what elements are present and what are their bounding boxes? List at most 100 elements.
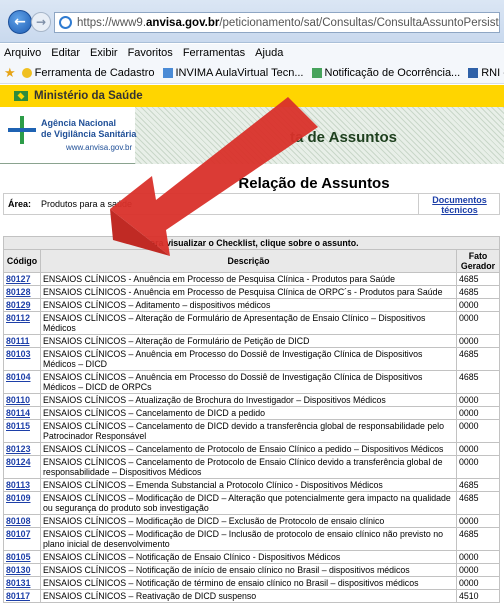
subject-description: ENSAIOS CLÍNICOS – Anuência em Processo …: [40, 370, 457, 394]
table-row: 80131 ENSAIOS CLÍNICOS – Notificação de t…: [3, 576, 500, 590]
fato-gerador-value: 0000: [456, 406, 500, 420]
menu-favoritos[interactable]: Favoritos: [128, 47, 173, 59]
page-icon: [311, 67, 322, 78]
menu-arquivo[interactable]: Arquivo: [4, 47, 41, 59]
url-path: /peticionamento/sat/Consultas/ConsultaAs…: [219, 16, 500, 29]
fato-gerador-value: 4510: [456, 589, 500, 603]
favorites-star-icon[interactable]: ★: [4, 65, 16, 81]
favorite-label: Notificação de Ocorrência...: [324, 66, 461, 79]
logo-url: www.anvisa.gov.br: [66, 143, 133, 152]
menu-editar[interactable]: Editar: [51, 47, 80, 59]
menu-exibir[interactable]: Exibir: [90, 47, 118, 59]
subject-description: ENSAIOS CLÍNICOS – Anuência em Processo …: [40, 347, 457, 371]
subject-description: ENSAIOS CLÍNICOS – Emenda Substancial a …: [40, 478, 457, 492]
back-button[interactable]: ←: [8, 10, 32, 34]
ministry-bar: Ministério da Saúde: [0, 85, 504, 107]
table-row: 80109 ENSAIOS CLÍNICOS – Modificação de D…: [3, 491, 500, 515]
subject-code-link[interactable]: 80123: [3, 442, 41, 456]
url-field[interactable]: https://www9. anvisa.gov.br/peticionament…: [54, 12, 500, 33]
subject-code-link[interactable]: 80103: [3, 347, 41, 371]
subject-description: ENSAIOS CLÍNICOS – Notificação de Ensaio…: [40, 550, 457, 564]
table-row: 80124 ENSAIOS CLÍNICOS – Cancelamento de …: [3, 455, 500, 479]
subject-code-link[interactable]: 80112: [3, 311, 41, 335]
fato-gerador-value: 0000: [456, 442, 500, 456]
subject-code-link[interactable]: 80131: [3, 576, 41, 590]
subject-description: ENSAIOS CLÍNICOS – Notificação de términ…: [40, 576, 457, 590]
subject-description: ENSAIOS CLÍNICOS – Alteração de Formulár…: [40, 334, 457, 348]
subject-code-link[interactable]: 80107: [3, 527, 41, 551]
subject-code-link[interactable]: 80111: [3, 334, 41, 348]
subjects-table: Para visualizar o Checklist, clique sobr…: [3, 236, 500, 603]
anvisa-logo[interactable]: Agência Nacional de Vigilância Sanitária…: [8, 116, 138, 160]
fato-gerador-value: 0000: [456, 514, 500, 528]
table-row: 80107 ENSAIOS CLÍNICOS – Modificação de D…: [3, 527, 500, 551]
subject-code-link[interactable]: 80115: [3, 419, 41, 443]
fato-gerador-value: 4685: [456, 491, 500, 515]
table-row: 80108 ENSAIOS CLÍNICOS – Modificação de D…: [3, 514, 500, 528]
table-row: 80112 ENSAIOS CLÍNICOS – Alteração de For…: [3, 311, 500, 335]
fato-gerador-value: 4685: [456, 370, 500, 394]
table-row: 80104 ENSAIOS CLÍNICOS – Anuência em Proc…: [3, 370, 500, 394]
table-row: 80105 ENSAIOS CLÍNICOS – Notificação de E…: [3, 550, 500, 564]
subject-description: ENSAIOS CLÍNICOS – Cancelamento de Proto…: [40, 455, 457, 479]
fato-gerador-value: 0000: [456, 311, 500, 335]
subject-description: ENSAIOS CLÍNICOS – Atualização de Brochu…: [40, 393, 457, 407]
table-row: 80110 ENSAIOS CLÍNICOS – Atualização de B…: [3, 393, 500, 407]
arrow-right-icon: →: [35, 15, 47, 29]
anvisa-cross-icon: [8, 116, 36, 144]
subject-code-link[interactable]: 80105: [3, 550, 41, 564]
table-row: 80113 ENSAIOS CLÍNICOS – Emenda Substanci…: [3, 478, 500, 492]
subject-description: ENSAIOS CLÍNICOS – Aditamento – disposit…: [40, 298, 457, 312]
favorite-item[interactable]: Ferramenta de Cadastro: [21, 66, 155, 79]
menu-ferramentas[interactable]: Ferramentas: [183, 47, 245, 59]
col-fato-gerador: Fato Gerador: [456, 249, 500, 273]
fato-gerador-value: 4685: [456, 527, 500, 551]
subject-code-link[interactable]: 80128: [3, 285, 41, 299]
favorite-label: Ferramenta de Cadastro: [34, 66, 155, 79]
area-row: Área: Produtos para a saúde Documentos té…: [3, 193, 500, 215]
subject-code-link[interactable]: 80130: [3, 563, 41, 577]
subject-code-link[interactable]: 80114: [3, 406, 41, 420]
favorite-item[interactable]: RNI - Lo: [468, 67, 504, 79]
subject-code-link[interactable]: 80117: [3, 589, 41, 603]
menu-bar: Arquivo Editar Exibir Favoritos Ferramen…: [0, 44, 504, 62]
favorite-item[interactable]: INVIMA AulaVirtual Tecn...: [162, 67, 304, 79]
subject-code-link[interactable]: 80109: [3, 491, 41, 515]
subject-description: ENSAIOS CLÍNICOS – Modificação de DICD –…: [40, 491, 457, 515]
url-domain: anvisa.gov.br: [146, 16, 220, 29]
subject-description: ENSAIOS CLÍNICOS – Cancelamento de DICD …: [40, 419, 457, 443]
documentos-tecnicos-link[interactable]: Documentos técnicos: [418, 194, 500, 215]
fato-gerador-value: 0000: [456, 563, 500, 577]
page-icon: [468, 67, 479, 78]
forward-button[interactable]: →: [31, 12, 51, 32]
favorite-item[interactable]: Notificação de Ocorrência...: [311, 66, 461, 79]
subject-description: ENSAIOS CLÍNICOS – Modificação de DICD –…: [40, 527, 457, 551]
page-title: ta de Assuntos: [290, 129, 397, 146]
subject-code-link[interactable]: 80129: [3, 298, 41, 312]
subject-description: ENSAIOS CLÍNICOS – Cancelamento de Proto…: [40, 442, 457, 456]
page-icon: [21, 67, 32, 78]
subject-code-link[interactable]: 80110: [3, 393, 41, 407]
anvisa-header: Agência Nacional de Vigilância Sanitária…: [0, 107, 504, 164]
logo-line-2: de Vigilância Sanitária: [41, 129, 137, 139]
favorite-label: RNI - Lo: [481, 66, 504, 79]
area-value: Produtos para a saúde: [41, 199, 133, 209]
fato-gerador-value: 0000: [456, 455, 500, 479]
fato-gerador-value: 4685: [456, 285, 500, 299]
subject-code-link[interactable]: 80104: [3, 370, 41, 394]
area-label: Área:: [8, 199, 32, 209]
subject-code-link[interactable]: 80124: [3, 455, 41, 479]
brazil-flag-icon: [14, 91, 28, 101]
subject-code-link[interactable]: 80113: [3, 478, 41, 492]
subject-code-link[interactable]: 80108: [3, 514, 41, 528]
subject-code-link[interactable]: 80127: [3, 272, 41, 286]
arrow-left-icon: ←: [14, 14, 26, 30]
fato-gerador-value: 0000: [456, 298, 500, 312]
fato-gerador-value: 0000: [456, 334, 500, 348]
fato-gerador-value: 0000: [456, 393, 500, 407]
fato-gerador-value: 0000: [456, 419, 500, 443]
table-row: 80129 ENSAIOS CLÍNICOS – Aditamento – dis…: [3, 298, 500, 312]
col-codigo: Código: [3, 249, 41, 273]
url-prefix: https://www9.: [77, 16, 147, 29]
menu-ajuda[interactable]: Ajuda: [255, 47, 283, 59]
